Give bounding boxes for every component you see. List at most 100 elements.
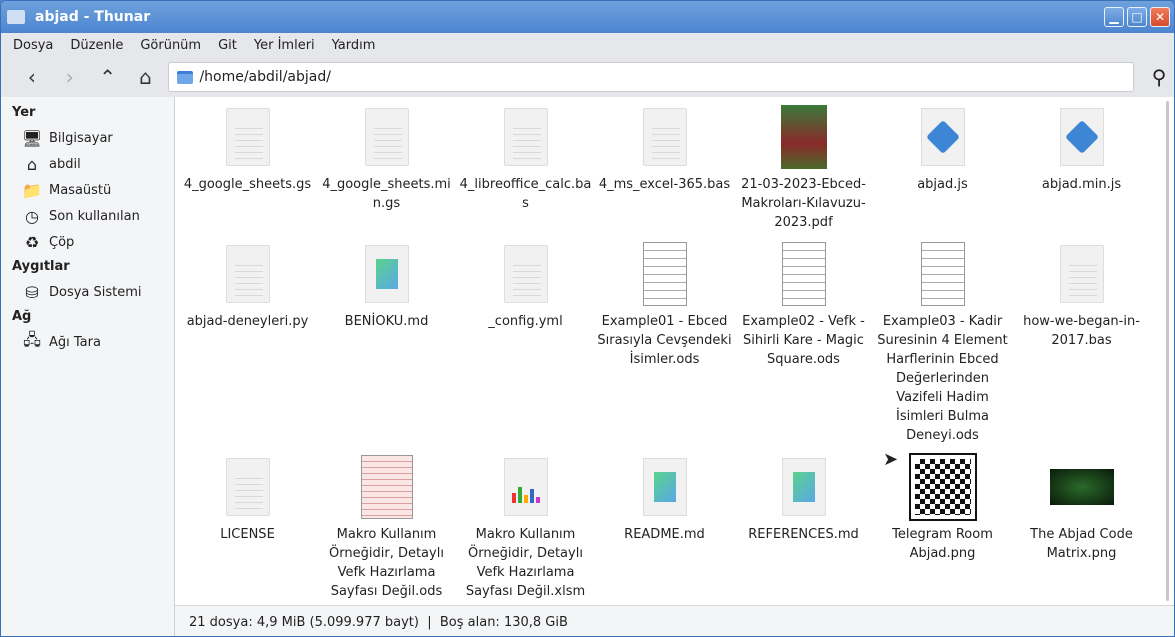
back-button[interactable]: ‹ <box>13 62 51 92</box>
scrollbar[interactable] <box>1166 101 1169 601</box>
file-name: README.md <box>624 527 705 542</box>
file-name: 4_libreoffice_calc.bas <box>459 177 592 211</box>
file-md-icon <box>633 455 697 519</box>
file-pink-icon <box>355 455 419 519</box>
file-doc-icon <box>633 105 697 169</box>
file-doc-icon <box>216 242 280 306</box>
sidebar-item-label: Ağı Tara <box>49 334 101 350</box>
file-sheet-icon <box>633 242 697 306</box>
mouse-cursor-icon: ➤ <box>883 449 899 470</box>
file-item[interactable]: abjad.js <box>873 105 1012 242</box>
file-item[interactable]: BENİOKU.md <box>317 242 456 455</box>
file-item[interactable]: Example03 - Kadir Suresinin 4 Element Ha… <box>873 242 1012 455</box>
file-doc-icon <box>216 455 280 519</box>
file-name: Example03 - Kadir Suresinin 4 Element Ha… <box>877 314 1008 443</box>
file-name: 4_google_sheets.gs <box>183 177 312 192</box>
home-button[interactable]: ⌂ <box>127 62 165 92</box>
network-icon: 🖧 <box>23 329 41 349</box>
file-item[interactable]: Example02 - Vefk - Sihirli Kare - Magic … <box>734 242 873 455</box>
location-bar[interactable]: /home/abdil/abjad/ <box>168 62 1135 92</box>
file-item[interactable]: _config.yml <box>456 242 595 455</box>
sidebar-item[interactable]: ⛁ Dosya Sistemi <box>1 279 174 305</box>
menu-git[interactable]: Git <box>218 38 237 53</box>
file-item[interactable]: 4_libreoffice_calc.bas <box>456 105 595 242</box>
sidebar-section-title: Ağ <box>12 309 32 324</box>
sidebar-item[interactable]: ◷ Son kullanılan <box>1 203 174 229</box>
file-name: Makro Kullanım Örneğidir, Detaylı Vefk H… <box>329 527 444 599</box>
up-button[interactable]: ⌃ <box>89 62 127 92</box>
file-md-icon <box>772 455 836 519</box>
menu-dosya[interactable]: Dosya <box>13 38 53 53</box>
thunar-window: abjad - Thunar ▁ □ ✕ Dosya Düzenle Görün… <box>0 0 1175 637</box>
file-qr-icon <box>908 453 977 521</box>
trash-icon: ♻ <box>24 232 40 252</box>
file-name: abjad.js <box>917 177 968 192</box>
clock-icon: ◷ <box>25 206 39 226</box>
home-icon: ⌂ <box>26 154 38 174</box>
file-item[interactable]: abjad-deneyleri.py <box>178 242 317 455</box>
maximize-button[interactable]: □ <box>1127 7 1147 27</box>
file-name: 4_google_sheets.min.gs <box>322 177 451 211</box>
file-name: 21-03-2023-Ebced-Makroları-Kılavuzu-2023… <box>741 177 866 230</box>
file-item[interactable]: abjad.min.js <box>1012 105 1151 242</box>
sidebar: Yer 🖥 Bilgisayar ⌂ abdil 📁 Masaüstü ◷ Son kullan… <box>1 97 175 636</box>
file-xls-icon <box>494 455 558 519</box>
file-item[interactable]: how-we-began-in-2017.bas <box>1012 242 1151 455</box>
minimize-button[interactable]: ▁ <box>1104 7 1124 27</box>
file-name: 4_ms_excel-365.bas <box>598 177 731 192</box>
file-name: Example02 - Vefk - Sihirli Kare - Magic … <box>742 314 865 367</box>
file-item[interactable]: 21-03-2023-Ebced-Makroları-Kılavuzu-2023… <box>734 105 873 242</box>
file-matrix-icon <box>1049 455 1114 519</box>
desktop-folder-icon: 📁 <box>22 180 42 200</box>
file-name: Telegram Room Abjad.png <box>892 527 993 561</box>
computer-icon: 🖥 <box>21 128 43 148</box>
menu-gorunum[interactable]: Görünüm <box>140 38 201 53</box>
file-item[interactable]: Makro Kullanım Örneğidir, Detaylı Vefk H… <box>317 455 456 611</box>
file-item[interactable]: Telegram Room Abjad.png <box>873 453 1012 611</box>
title-bar[interactable]: abjad - Thunar ▁ □ ✕ <box>1 1 1174 33</box>
file-item[interactable]: 4_ms_excel-365.bas <box>595 105 734 242</box>
sidebar-item[interactable]: ⌂ abdil <box>1 151 174 177</box>
menu-duzenle[interactable]: Düzenle <box>70 38 123 53</box>
file-item[interactable]: Example01 - Ebced Sırasıyla Cevşendeki İ… <box>595 242 734 455</box>
sidebar-item-label: Dosya Sistemi <box>49 284 142 300</box>
folder-icon <box>7 10 25 24</box>
file-item[interactable]: LICENSE <box>178 455 317 611</box>
file-doc-icon <box>355 105 419 169</box>
sidebar-item-label: Son kullanılan <box>49 208 140 224</box>
sidebar-section-title: Aygıtlar <box>12 259 70 274</box>
file-doc-icon <box>494 105 558 169</box>
file-doc-icon <box>494 242 558 306</box>
file-pdf-icon <box>772 105 836 169</box>
file-js-icon <box>911 105 975 169</box>
menu-yardim[interactable]: Yardım <box>332 38 376 53</box>
file-js-icon <box>1050 105 1114 169</box>
file-item[interactable]: README.md <box>595 455 734 611</box>
file-view: 4_google_sheets.gs 4_google_sheets.min.gs… <box>175 97 1174 636</box>
file-name: abjad.min.js <box>1041 177 1122 192</box>
file-item[interactable]: 4_google_sheets.min.gs <box>317 105 456 242</box>
file-name: how-we-began-in-2017.bas <box>1023 314 1140 348</box>
search-button[interactable]: ⚲ <box>1144 65 1174 89</box>
sidebar-item[interactable]: ♻ Çöp <box>1 229 174 255</box>
file-item[interactable]: The Abjad Code Matrix.png <box>1012 455 1151 611</box>
sidebar-item[interactable]: 🖧 Ağı Tara <box>1 329 174 355</box>
file-name: Makro Kullanım Örneğidir, Detaylı Vefk H… <box>465 527 586 599</box>
file-name: The Abjad Code Matrix.png <box>1030 527 1133 561</box>
sidebar-section-title: Yer <box>12 105 36 120</box>
file-name: Example01 - Ebced Sırasıyla Cevşendeki İ… <box>597 314 732 367</box>
menu-yer-imleri[interactable]: Yer İmleri <box>254 38 315 53</box>
file-name: BENİOKU.md <box>344 314 429 329</box>
close-button[interactable]: ✕ <box>1150 7 1170 27</box>
file-item[interactable]: Makro Kullanım Örneğidir, Detaylı Vefk H… <box>456 455 595 611</box>
sidebar-item[interactable]: 📁 Masaüstü <box>1 177 174 203</box>
toolbar: ‹ › ⌃ ⌂ /home/abdil/abjad/ ⚲ <box>1 58 1174 96</box>
file-item[interactable]: 4_google_sheets.gs <box>178 105 317 242</box>
file-doc-icon <box>216 105 280 169</box>
menu-bar: Dosya Düzenle Görünüm Git Yer İmleri Yar… <box>1 33 1174 58</box>
status-bar: 21 dosya: 4,9 MiB (5.099.977 bayt) | Boş… <box>175 605 1174 636</box>
sidebar-item[interactable]: 🖥 Bilgisayar <box>1 125 174 151</box>
file-item[interactable]: REFERENCES.md <box>734 455 873 611</box>
forward-button[interactable]: › <box>51 62 89 92</box>
drive-icon: ⛁ <box>25 282 39 302</box>
